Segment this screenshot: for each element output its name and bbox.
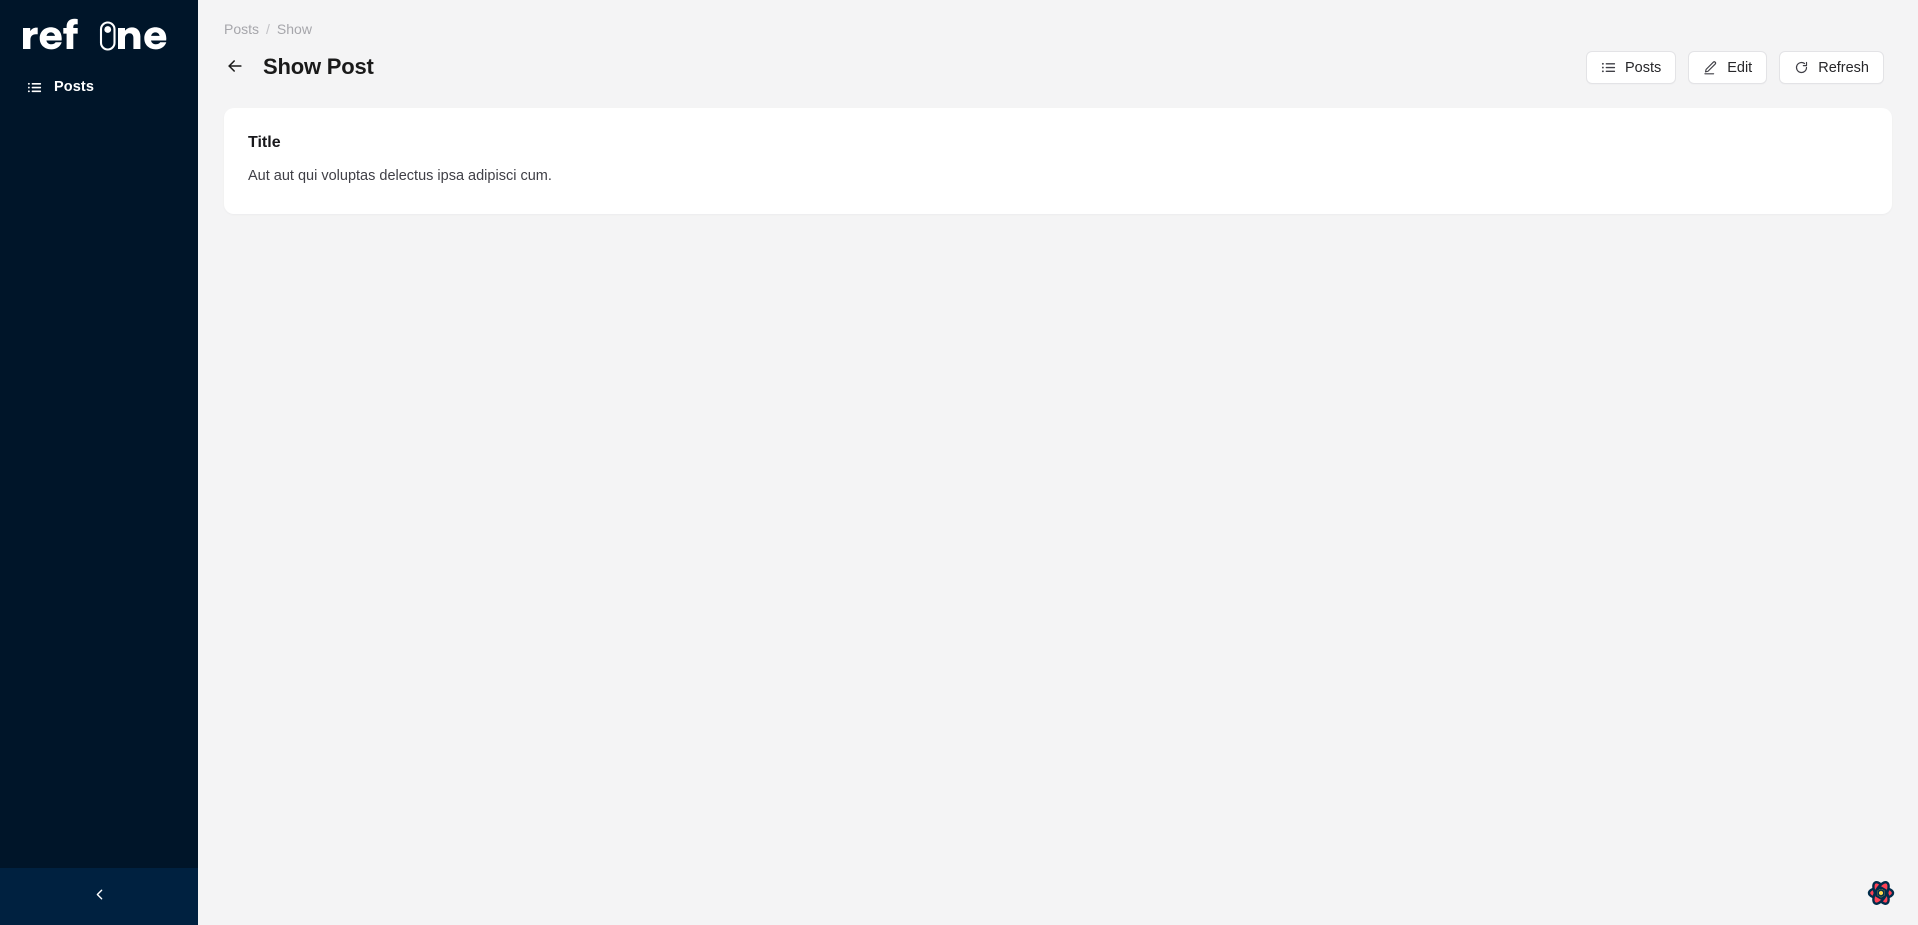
- page-header: Show Post Posts Edit Refresh: [224, 51, 1892, 84]
- content-area: Title Aut aut qui voluptas delectus ipsa…: [198, 84, 1918, 215]
- arrow-left-icon: [225, 56, 245, 79]
- page-title: Show Post: [263, 54, 374, 80]
- react-query-devtools-button[interactable]: [1860, 873, 1902, 915]
- pencil-icon: [1703, 60, 1718, 75]
- refresh-icon: [1794, 60, 1809, 75]
- posts-list-button[interactable]: Posts: [1585, 51, 1677, 84]
- topbar: Posts / Show Show Post Posts Edit Refres…: [198, 0, 1918, 84]
- breadcrumb-separator: /: [266, 21, 270, 37]
- sidebar-item-label: Posts: [54, 78, 94, 95]
- breadcrumb: Posts / Show: [224, 22, 1892, 36]
- app-logo[interactable]: [0, 0, 198, 64]
- sidebar-menu: Posts: [0, 64, 198, 868]
- react-query-flower-icon: [1861, 873, 1901, 916]
- sidebar-item-posts[interactable]: Posts: [0, 72, 198, 102]
- edit-button-label: Edit: [1727, 59, 1753, 76]
- list-icon: [26, 79, 43, 96]
- breadcrumb-item-posts[interactable]: Posts: [224, 22, 259, 36]
- field-value-title: Aut aut qui voluptas delectus ipsa adipi…: [248, 168, 552, 185]
- refine-logo-icon: [23, 18, 167, 51]
- edit-button[interactable]: Edit: [1688, 51, 1768, 84]
- sidebar-collapse-button[interactable]: [0, 868, 198, 925]
- page-header-actions: Posts Edit Refresh: [1585, 51, 1884, 84]
- post-detail-card: Title Aut aut qui voluptas delectus ipsa…: [224, 108, 1892, 215]
- posts-list-button-label: Posts: [1624, 59, 1662, 76]
- list-icon: [1601, 60, 1616, 75]
- app-root: Posts Posts / Show Show Post Posts Edit …: [0, 0, 1918, 925]
- page-header-left: Show Post: [224, 54, 374, 80]
- main-content: Posts / Show Show Post Posts Edit Refres…: [198, 0, 1918, 925]
- chevron-left-icon: [91, 886, 108, 908]
- field-label-title: Title: [248, 134, 281, 151]
- refresh-button[interactable]: Refresh: [1779, 51, 1884, 84]
- back-button[interactable]: [224, 56, 246, 78]
- breadcrumb-item-show[interactable]: Show: [277, 22, 312, 36]
- sidebar: Posts: [0, 0, 198, 925]
- refine-logo-i-capsule: [99, 21, 116, 51]
- refresh-button-label: Refresh: [1818, 59, 1869, 76]
